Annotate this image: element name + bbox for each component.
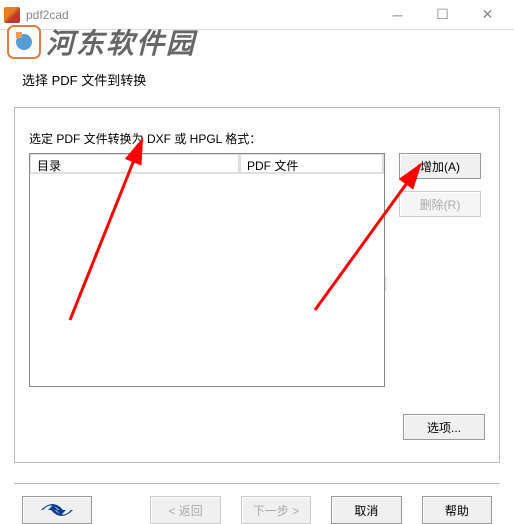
watermark-logo: 河东软件园 [2, 20, 196, 64]
refresh-button[interactable] [22, 496, 92, 524]
cancel-button[interactable]: 取消 [331, 496, 401, 524]
table-area: 目录 PDF 文件 增加(A) 删除(R) [29, 153, 485, 387]
options-wrap: 选项... [403, 414, 485, 440]
table-header: 目录 PDF 文件 [30, 154, 384, 174]
wizard-buttons: < 返回 下一步 > 取消 帮助 [22, 496, 492, 524]
main-panel: 选定 PDF 文件转换为 DXF 或 HPGL 格式： 目录 PDF 文件 增加… [14, 107, 500, 463]
close-button[interactable]: ✕ [465, 0, 510, 29]
page-subtitle: 选择 PDF 文件到转换 [22, 70, 506, 89]
next-button: 下一步 > [241, 496, 311, 524]
refresh-icon [37, 501, 77, 519]
table-body[interactable] [30, 174, 384, 386]
panel-label: 选定 PDF 文件转换为 DXF 或 HPGL 格式： [29, 130, 485, 147]
help-button[interactable]: 帮助 [422, 496, 492, 524]
options-button[interactable]: 选项... [403, 414, 485, 440]
content: 选择 PDF 文件到转换 选定 PDF 文件转换为 DXF 或 HPGL 格式：… [0, 70, 514, 524]
column-pdf-file[interactable]: PDF 文件 [240, 154, 384, 174]
separator [14, 483, 500, 484]
column-directory[interactable]: 目录 [30, 154, 240, 174]
add-button[interactable]: 增加(A) [399, 153, 481, 179]
window-controls: ─ ☐ ✕ [375, 0, 510, 29]
minimize-button[interactable]: ─ [375, 0, 420, 29]
watermark-text: 河东软件园 [46, 22, 196, 62]
watermark-icon [2, 20, 46, 64]
file-list-table[interactable]: 目录 PDF 文件 [29, 153, 385, 387]
remove-button: 删除(R) [399, 191, 481, 217]
maximize-button[interactable]: ☐ [420, 0, 465, 29]
back-button: < 返回 [150, 496, 220, 524]
side-buttons: 增加(A) 删除(R) [399, 153, 481, 217]
